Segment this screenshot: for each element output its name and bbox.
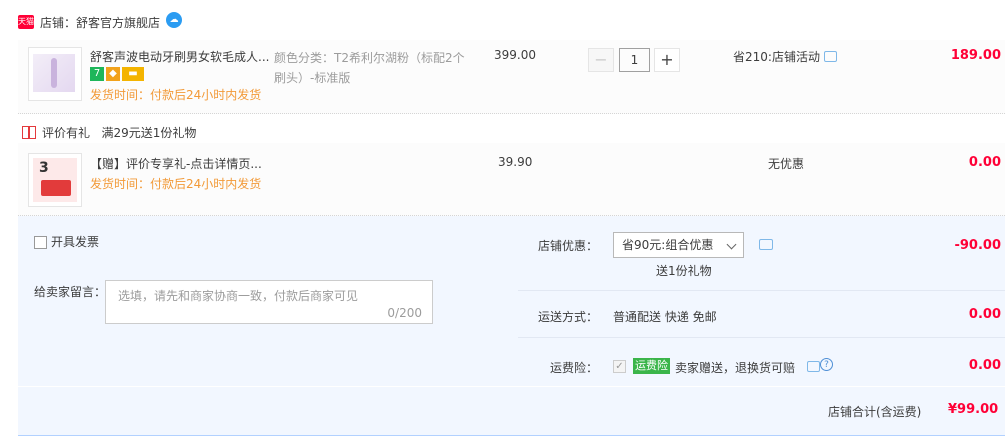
insurance-amount: 0.00 — [968, 358, 1001, 373]
quantity-increase-button[interactable]: + — [654, 48, 680, 72]
insurance-badge: 运费险 — [633, 358, 670, 374]
gift-item-row: 3 【赠】评价专享礼-点击详情页... 发货时间：付款后24小时内发货 39.9… — [18, 143, 1005, 216]
gift-icon — [22, 126, 36, 139]
help-icon[interactable]: ? — [820, 358, 833, 371]
shop-discount-label: 店铺优惠： — [538, 239, 599, 253]
shipping-amount: 0.00 — [968, 307, 1001, 322]
seller-message-input[interactable]: 选填，请先和商家协商一致，付款后商家可见 0/200 — [105, 280, 433, 324]
shop-discount-select[interactable]: 省90元:组合优惠 — [613, 232, 744, 258]
wangwang-chat-icon[interactable]: ☁ — [166, 12, 182, 28]
discount-detail-icon[interactable] — [759, 239, 773, 250]
quantity-input[interactable]: 1 — [619, 48, 650, 72]
shop-discount-value: 省90元:组合优惠 — [622, 238, 714, 252]
service-tags: 7 ◆ ▬ — [90, 67, 146, 81]
divider — [518, 337, 1005, 338]
message-label: 给卖家留言： — [34, 285, 107, 299]
gift-thumbnail[interactable]: 3 — [28, 153, 82, 207]
item-subtotal: 189.00 — [950, 48, 1001, 63]
promo-text: 省210:店铺活动 — [733, 50, 820, 64]
gift-text: 满29元送1份礼物 — [101, 126, 197, 140]
product-title[interactable]: 舒客声波电动牙刷男女软毛成人... — [90, 48, 269, 65]
insurance-checkbox[interactable]: ✓ — [613, 360, 626, 373]
chevron-down-icon — [726, 239, 737, 250]
shipping-method: 普通配送 快递 免邮 — [613, 310, 717, 324]
shipping-label: 运送方式： — [538, 310, 599, 324]
promo-detail-icon[interactable] — [823, 51, 837, 62]
message-placeholder: 选填，请先和商家协商一致，付款后商家可见 — [118, 289, 359, 303]
promo-info: 省210:店铺活动 — [733, 48, 837, 65]
discount-amount: -90.00 — [954, 238, 1001, 253]
discount-gift-text: 送1份礼物 — [656, 264, 712, 278]
shop-name-link[interactable]: 店铺：舒客官方旗舰店 — [40, 14, 160, 31]
sku-info: 颜色分类：T2希利尔湖粉（标配2个刷头）-标准版 — [274, 51, 465, 85]
ship-time: 发货时间：付款后24小时内发货 — [90, 88, 262, 102]
divider — [518, 290, 1005, 291]
gift-promo: 无优惠 — [768, 157, 805, 171]
gift-price: 39.90 — [498, 155, 533, 169]
gift-title[interactable]: 【赠】评价专享礼-点击详情页... — [90, 155, 262, 172]
product-thumbnail[interactable] — [28, 47, 82, 101]
gift-ship-time: 发货时间：付款后24小时内发货 — [90, 177, 262, 191]
gift-label: 评价有礼 — [42, 126, 91, 140]
invoice-label: 开具发票 — [51, 235, 100, 249]
insurance-chat-icon[interactable] — [807, 361, 820, 372]
insurance-text: 卖家赠送，退换货可赔 — [675, 361, 796, 375]
shop-total-value: ¥99.00 — [948, 402, 999, 417]
order-item-row: 舒客声波电动牙刷男女软毛成人... 7 ◆ ▬ 发货时间：付款后24小时内发货 颜色… — [18, 40, 1005, 114]
unit-price: 399.00 — [494, 48, 536, 62]
invoice-option[interactable]: 开具发票 — [34, 233, 99, 250]
insurance-label: 运费险： — [550, 361, 599, 375]
message-char-count: 0/200 — [387, 306, 422, 320]
seven-day-return-icon[interactable]: 7 — [90, 67, 104, 81]
shop-total-label: 店铺合计(含运费) — [828, 405, 922, 419]
shield-icon[interactable]: ◆ — [106, 67, 120, 81]
gift-subtotal: 0.00 — [968, 155, 1001, 170]
invoice-checkbox[interactable] — [34, 236, 47, 249]
gift-notice: 评价有礼 满29元送1份礼物 — [22, 124, 196, 141]
card-icon[interactable]: ▬ — [122, 67, 144, 81]
tmall-badge: 天猫 — [18, 15, 34, 29]
quantity-decrease-button[interactable]: − — [588, 48, 614, 72]
